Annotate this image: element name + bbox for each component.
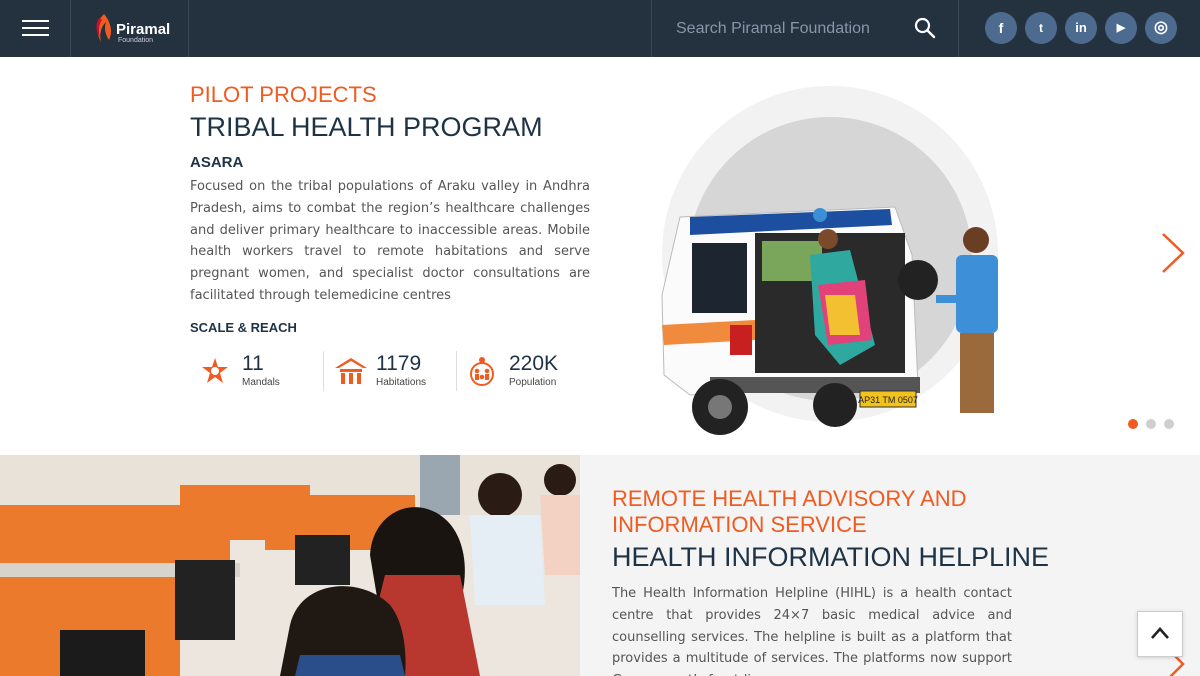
chevron-up-icon (1151, 627, 1169, 639)
scale-reach-heading: SCALE & REACH (190, 320, 297, 335)
helpline-kicker-line2: INFORMATION SERVICE (612, 512, 867, 537)
menu-bar (22, 20, 49, 22)
slide-dot[interactable] (1164, 419, 1174, 429)
habitations-icon (335, 358, 367, 384)
number-plate: AP31 TM 0507 (858, 395, 918, 405)
facebook-icon[interactable]: f (985, 12, 1017, 44)
stat-label: Population (509, 377, 557, 388)
flame-logo-icon (96, 14, 112, 42)
call-centre-photo (0, 455, 580, 676)
next-slide-arrow-icon[interactable] (1160, 232, 1186, 274)
stat-habitations: 1179 Habitations (324, 350, 454, 390)
brand-name: Piramal (116, 21, 171, 38)
slide-dot-active[interactable] (1128, 419, 1138, 429)
search-box (651, 0, 959, 57)
scroll-to-top-button[interactable] (1137, 611, 1183, 657)
stat-value: 220K (509, 352, 559, 375)
menu-bar (22, 27, 49, 29)
stat-value: 1179 (376, 352, 422, 375)
instagram-icon[interactable]: ◎ (1145, 12, 1177, 44)
stat-mandals: 11 Mandals (190, 350, 320, 390)
linkedin-icon[interactable]: in (1065, 12, 1097, 44)
slide-dot[interactable] (1146, 419, 1156, 429)
stat-label: Habitations (376, 377, 427, 388)
helpline-title: HEALTH INFORMATION HELPLINE (612, 542, 1050, 572)
helpline-description: The Health Information Helpline (HIHL) i… (612, 586, 1012, 676)
program-description: Focused on the tribal populations of Ara… (190, 179, 590, 303)
hamburger-menu-button[interactable] (0, 0, 71, 57)
search-icon[interactable] (914, 17, 936, 39)
population-icon (470, 357, 494, 386)
stat-value: 11 (242, 352, 264, 375)
section-kicker: PILOT PROJECTS (190, 82, 377, 107)
menu-bar (22, 34, 49, 36)
program-name: ASARA (190, 154, 244, 171)
helpline-kicker-line1: REMOTE HEALTH ADVISORY AND (612, 486, 967, 511)
piramal-logo[interactable]: Piramal Foundation (71, 0, 189, 57)
stat-population: 220K Population (457, 350, 587, 390)
stat-label: Mandals (242, 377, 280, 388)
top-navbar: Piramal Foundation f t in ▶ ◎ (0, 0, 1200, 57)
mandals-icon (202, 358, 228, 383)
brand-subtitle: Foundation (118, 37, 154, 44)
ambulance-image: AP31 TM 0507 (661, 206, 998, 435)
section-title: TRIBAL HEALTH PROGRAM (190, 112, 543, 142)
call-centre-image (0, 455, 580, 676)
twitter-icon[interactable]: t (1025, 12, 1057, 44)
youtube-icon[interactable]: ▶ (1105, 12, 1137, 44)
search-input[interactable] (674, 16, 898, 42)
